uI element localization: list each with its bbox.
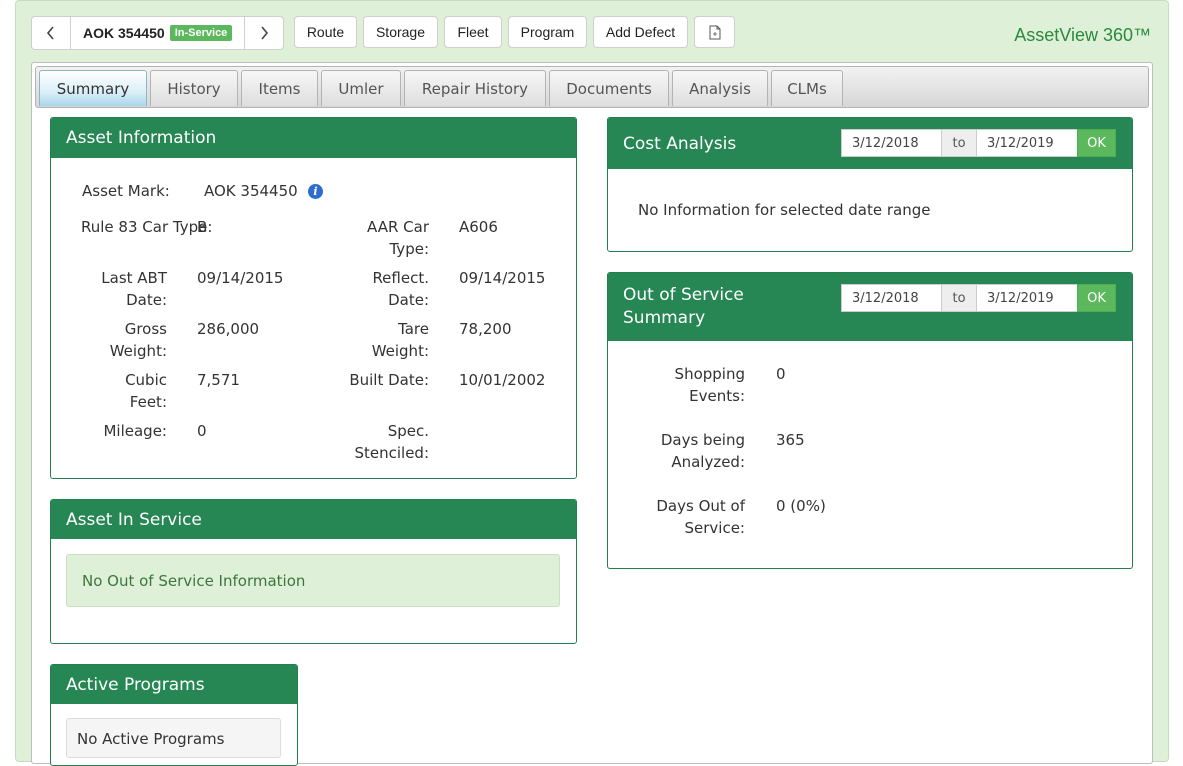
export-document-button[interactable]	[694, 16, 735, 48]
label-line: Feet:	[129, 393, 167, 411]
card-title: Asset Information	[51, 118, 576, 158]
tab-items[interactable]: Items	[241, 70, 318, 106]
title-line: Summary	[623, 308, 706, 328]
label-line: Weight:	[371, 342, 429, 360]
label-line: Reflect.	[372, 269, 429, 287]
cost-to-label: to	[941, 129, 977, 157]
rule83-car-type-label: Rule 83 Car Type:	[81, 218, 213, 236]
tare-weight-label: Tare Weight:	[330, 318, 429, 362]
days-out-of-service-value: 0 (0%)	[776, 497, 826, 515]
asset-mark-label: Asset Mark:	[82, 182, 170, 200]
oos-from-date-input[interactable]: 3/12/2018	[841, 284, 942, 312]
label-line: AAR Car	[367, 218, 429, 236]
cost-from-date-input[interactable]: 3/12/2018	[841, 129, 942, 157]
label-line: Type:	[389, 240, 429, 258]
built-date-label: Built Date:	[349, 371, 429, 389]
label-line: Date:	[126, 291, 167, 309]
status-badge: In-Service	[169, 25, 233, 41]
next-asset-button[interactable]	[244, 17, 283, 49]
shopping-events-label: Shopping Events:	[630, 363, 745, 407]
days-analyzed-value: 365	[776, 431, 805, 449]
info-icon[interactable]: i	[308, 184, 323, 199]
label-line: Events:	[689, 387, 745, 405]
label-line: Tare	[398, 320, 429, 338]
cost-to-date-input[interactable]: 3/12/2019	[976, 129, 1078, 157]
label-line: Spec.	[387, 422, 429, 440]
label-line: Days Out of	[656, 497, 745, 515]
cost-analysis-message: No Information for selected date range	[638, 201, 931, 219]
built-date-value: 10/01/2002	[459, 371, 546, 389]
tab-repair-history[interactable]: Repair History	[404, 70, 546, 106]
oos-to-date-input[interactable]: 3/12/2019	[976, 284, 1078, 312]
program-button[interactable]: Program	[508, 16, 587, 48]
document-icon	[709, 25, 720, 39]
aar-car-type-value: A606	[459, 218, 498, 236]
tare-weight-value: 78,200	[459, 320, 512, 338]
label-line: Weight:	[109, 342, 167, 360]
cubic-feet-value: 7,571	[197, 371, 240, 389]
title-line: Out of Service	[623, 285, 744, 305]
tab-documents[interactable]: Documents	[549, 70, 669, 106]
tab-clms[interactable]: CLMs	[771, 70, 843, 106]
label-line: Days being	[660, 431, 745, 449]
route-button[interactable]: Route	[294, 16, 357, 48]
no-active-programs-message: No Active Programs	[66, 718, 281, 758]
gross-weight-value: 286,000	[197, 320, 260, 338]
aar-car-type-label: AAR Car Type:	[330, 216, 429, 260]
rule83-car-type-value: B	[197, 218, 208, 236]
reflect-date-value: 09/14/2015	[459, 269, 546, 287]
add-defect-button[interactable]: Add Defect	[593, 16, 688, 48]
previous-asset-button[interactable]	[32, 17, 71, 49]
spec-stenciled-label: Spec. Stenciled:	[330, 420, 429, 464]
label-line: Analyzed:	[671, 453, 745, 471]
label-line: Shopping	[674, 365, 745, 383]
chevron-right-icon	[261, 26, 269, 40]
tab-analysis[interactable]: Analysis	[672, 70, 768, 106]
oos-ok-button[interactable]: OK	[1077, 284, 1116, 312]
tab-umler[interactable]: Umler	[321, 70, 401, 106]
no-out-of-service-alert: No Out of Service Information	[66, 554, 560, 607]
gross-weight-label: Gross Weight:	[70, 318, 167, 362]
label-line: Stenciled:	[354, 444, 429, 462]
last-abt-date-label: Last ABT Date:	[70, 267, 167, 311]
label-line: Last ABT	[101, 269, 167, 287]
days-analyzed-label: Days being Analyzed:	[630, 429, 745, 473]
card-title: Active Programs	[51, 665, 297, 704]
label-line: Date:	[388, 291, 429, 309]
card-title: Asset In Service	[51, 500, 576, 539]
tab-history[interactable]: History	[150, 70, 238, 106]
card-title-text: Out of Service Summary	[623, 284, 744, 330]
reflect-date-label: Reflect. Date:	[330, 267, 429, 311]
asset-mark-value: AOK 354450	[204, 182, 298, 200]
label-line: Cubic	[125, 371, 167, 389]
asset-navigator: AOK 354450 In-Service	[31, 16, 285, 50]
cubic-feet-label: Cubic Feet:	[70, 369, 167, 413]
label-line: Service:	[684, 519, 746, 537]
tab-summary[interactable]: Summary	[39, 70, 147, 106]
asset-id-text: AOK 354450	[83, 25, 165, 41]
label-line: Gross	[124, 320, 167, 338]
mileage-label: Mileage:	[103, 422, 167, 440]
oos-to-label: to	[941, 284, 977, 312]
mileage-value: 0	[197, 422, 207, 440]
asset-id-display: AOK 354450 In-Service	[71, 17, 244, 49]
chevron-left-icon	[46, 26, 54, 40]
storage-button[interactable]: Storage	[363, 16, 438, 48]
app-brand: AssetView 360™	[1014, 25, 1151, 45]
shopping-events-value: 0	[776, 365, 786, 383]
fleet-button[interactable]: Fleet	[444, 16, 502, 48]
days-out-of-service-label: Days Out of Service:	[630, 495, 745, 539]
cost-ok-button[interactable]: OK	[1077, 129, 1116, 157]
last-abt-date-value: 09/14/2015	[197, 269, 284, 287]
